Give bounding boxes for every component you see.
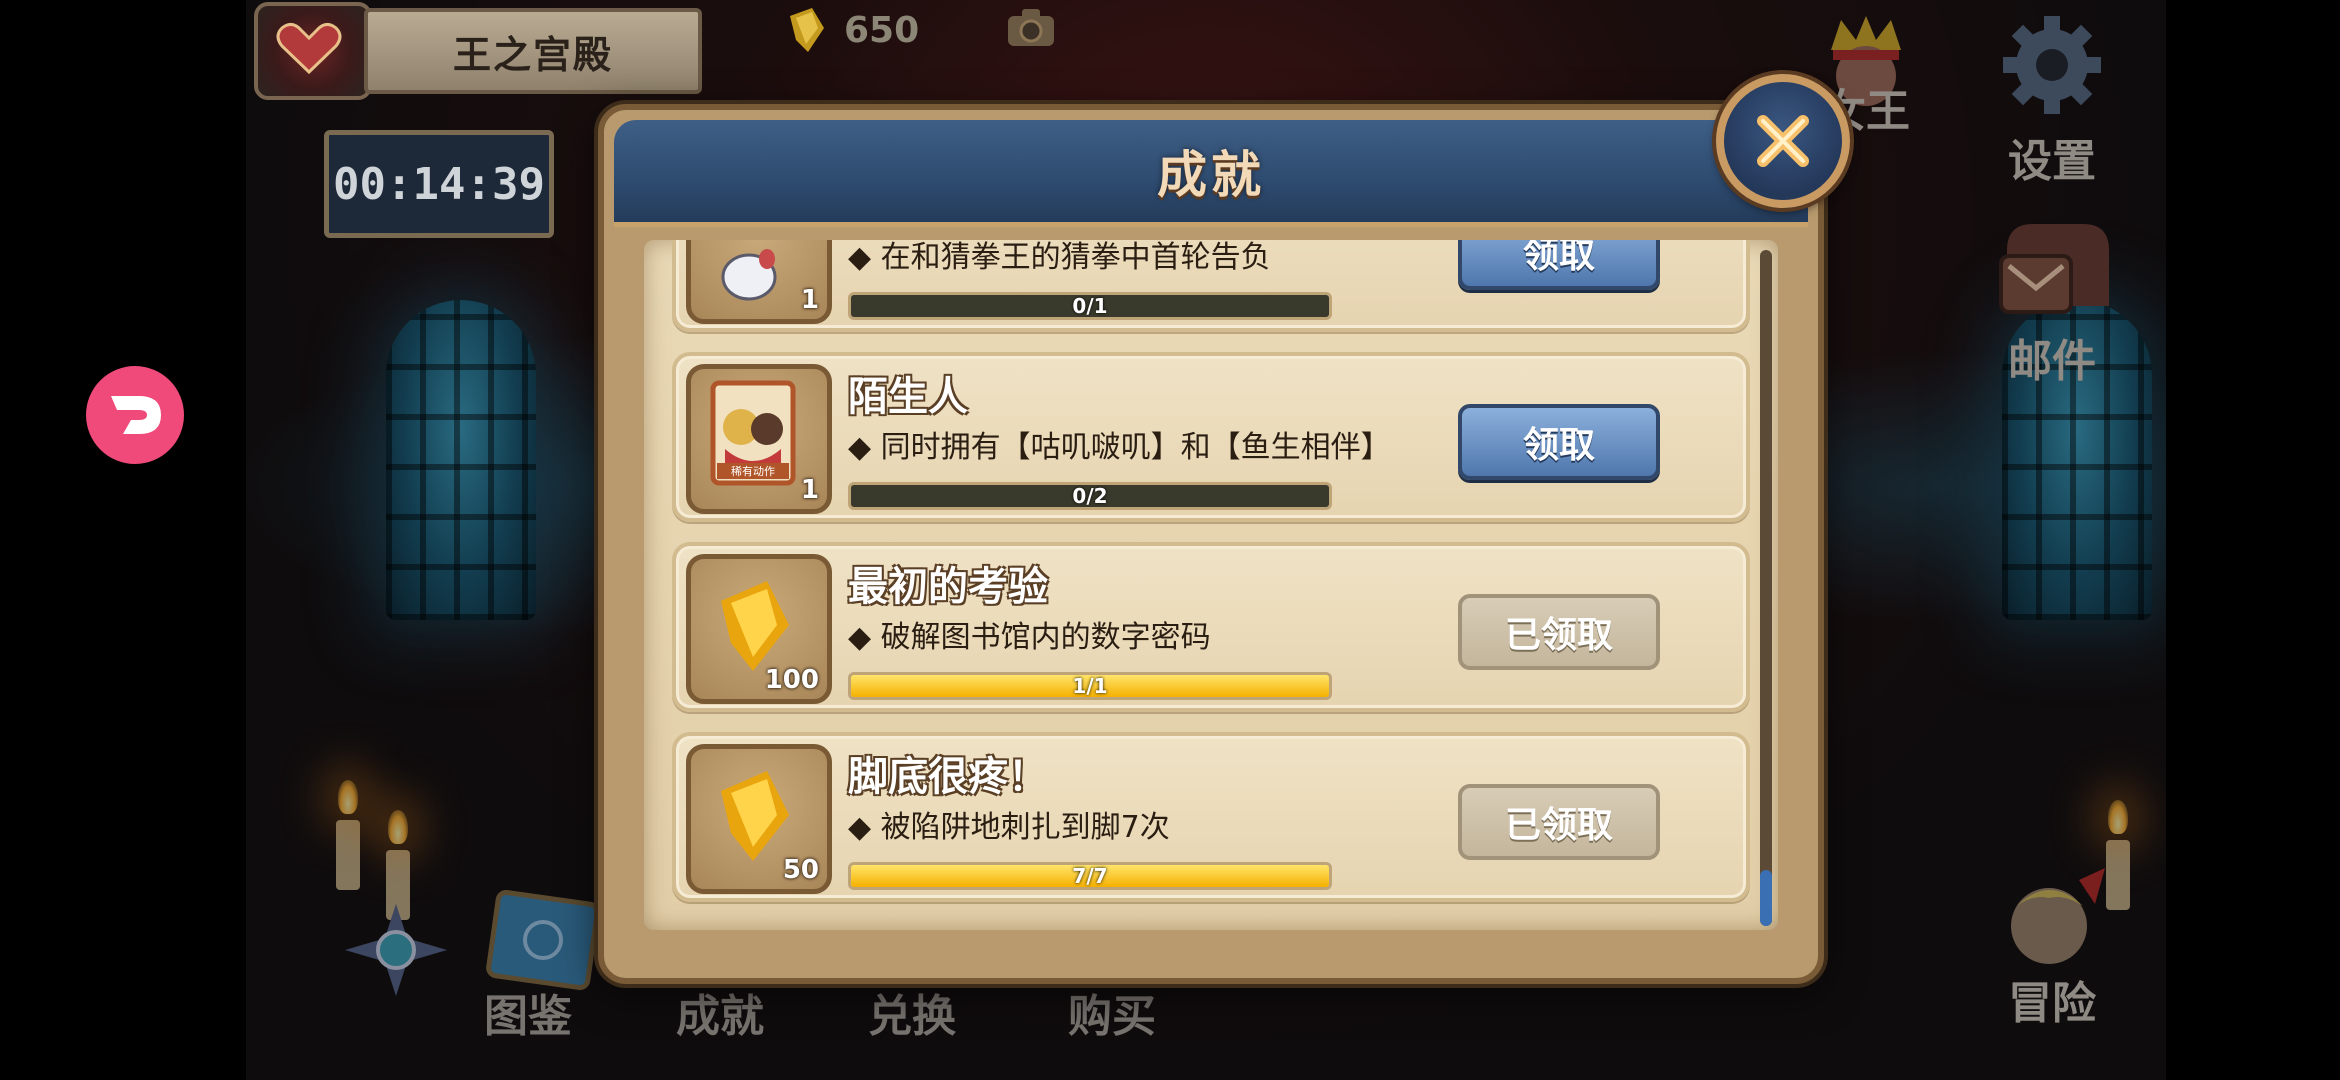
reward-count: 50 xyxy=(782,855,819,885)
claimed-button: 已领取 xyxy=(1458,594,1660,670)
adventure-label: 冒险 xyxy=(2008,978,2096,1029)
camera-icon[interactable] xyxy=(1006,6,1056,48)
gem-count: 650 xyxy=(844,10,920,51)
achievement-card: 100 最初的考验 ◆ 破解图书馆内的数字密码 1/1 已领取 xyxy=(672,542,1750,712)
achievements-dialog: 成就 1 ◆ 在和猜拳王的猜拳中首轮告负 0/1 领取 稀有动作 1 陌生人 ◆… xyxy=(598,104,1824,984)
reward-count: 1 xyxy=(800,475,819,505)
nav-exchange-label[interactable]: 兑换 xyxy=(852,980,972,1044)
settings-button[interactable]: 设置 xyxy=(1972,10,2132,189)
progress-text: 0/2 xyxy=(1072,484,1108,508)
reward-count: 100 xyxy=(764,665,819,695)
location-name: 王之宫殿 xyxy=(364,8,702,94)
reward-icon-frame: 50 xyxy=(686,744,832,894)
nav-achievements-label[interactable]: 成就 xyxy=(660,980,780,1044)
achievement-description: ◆ 破解图书馆内的数字密码 xyxy=(848,620,1211,655)
close-button[interactable] xyxy=(1716,74,1850,208)
gem-icon xyxy=(790,8,824,52)
adventure-portrait-icon xyxy=(2011,868,2105,964)
mail-button[interactable]: 邮件 xyxy=(1972,210,2132,389)
progress-bar: 1/1 xyxy=(848,672,1332,700)
achievement-card: 稀有动作 1 陌生人 ◆ 同时拥有【咕叽啵叽】和【鱼生相伴】 0/2 领取 xyxy=(672,352,1750,522)
achievement-card: 50 脚底很疼！ ◆ 被陷阱地刺扎到脚7次 7/7 已领取 xyxy=(672,732,1750,902)
reward-count: 1 xyxy=(800,285,819,315)
nav-collection[interactable] xyxy=(306,900,486,1011)
dialog-header: 成就 xyxy=(614,120,1808,227)
settings-label: 设置 xyxy=(2008,136,2096,187)
progress-bar: 0/2 xyxy=(848,482,1332,510)
achievement-description: ◆ 同时拥有【咕叽啵叽】和【鱼生相伴】 xyxy=(848,430,1391,465)
achievement-description: ◆ 在和猜拳王的猜拳中首轮告负 xyxy=(848,240,1271,275)
rabbit-icon xyxy=(721,249,777,301)
adventure-button[interactable]: 冒险 xyxy=(1972,860,2132,1031)
progress-text: 1/1 xyxy=(1072,674,1108,698)
reward-icon-frame: 1 xyxy=(686,240,832,324)
reward-icon-frame: 稀有动作 1 xyxy=(686,364,832,514)
claim-button[interactable]: 领取 xyxy=(1458,240,1660,290)
mailbox-icon xyxy=(1999,224,2109,314)
achievement-title: 陌生人 xyxy=(848,374,968,420)
dialog-title: 成就 xyxy=(1157,146,1265,204)
book-icon xyxy=(486,889,600,991)
achievement-description: ◆ 被陷阱地刺扎到脚7次 xyxy=(848,810,1170,845)
claimed-button: 已领取 xyxy=(1458,784,1660,860)
gear-icon xyxy=(2003,16,2101,114)
close-icon xyxy=(1757,115,1809,167)
scrollbar-thumb[interactable] xyxy=(1760,870,1772,926)
scrollbar-track[interactable] xyxy=(1760,250,1772,926)
achievement-title: 最初的考验 xyxy=(848,564,1048,610)
play-timer: 00:14:39 xyxy=(324,130,554,238)
progress-text: 0/1 xyxy=(1072,294,1108,318)
achievement-title: 脚底很疼！ xyxy=(848,754,1048,800)
location-emblem xyxy=(254,2,372,100)
achievement-card: 1 ◆ 在和猜拳王的猜拳中首轮告负 0/1 领取 xyxy=(672,240,1750,332)
progress-bar: 0/1 xyxy=(848,292,1332,320)
progress-text: 7/7 xyxy=(1072,864,1108,888)
overlay-app-icon[interactable] xyxy=(86,366,184,464)
claim-button[interactable]: 领取 xyxy=(1458,404,1660,480)
progress-bar: 7/7 xyxy=(848,862,1332,890)
nav-shop-label[interactable]: 购买 xyxy=(1052,980,1172,1044)
nav-book xyxy=(474,889,614,1001)
rare-action-badge: 稀有动作 xyxy=(731,464,775,478)
compass-icon xyxy=(345,904,447,996)
mail-label: 邮件 xyxy=(2008,336,2096,387)
rare-action-card-icon: 稀有动作 xyxy=(710,380,796,486)
achievement-list[interactable]: 1 ◆ 在和猜拳王的猜拳中首轮告负 0/1 领取 稀有动作 1 陌生人 ◆ 同时… xyxy=(644,240,1778,930)
reward-icon-frame: 100 xyxy=(686,554,832,704)
